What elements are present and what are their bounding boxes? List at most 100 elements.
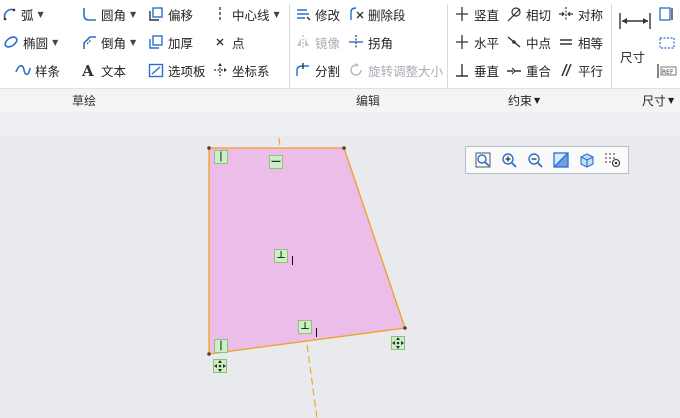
modify-tool[interactable]: 修改	[294, 3, 340, 25]
chamfer-icon	[80, 33, 98, 51]
dimension-group-dropdown-icon[interactable]: ▼	[668, 96, 674, 105]
mirror-icon	[294, 33, 312, 51]
thicken-icon	[147, 33, 165, 51]
coord-sys-tool[interactable]: 坐标系	[211, 59, 270, 81]
perpendicular-constraint-icon	[453, 61, 471, 79]
spline-tool[interactable]: 样条	[14, 59, 60, 81]
perpendicular-constraint-tool[interactable]: 垂直	[453, 59, 499, 81]
parallel-constraint-tool[interactable]: 平行	[557, 59, 603, 81]
coincident-constraint-tool[interactable]: 重合	[505, 59, 551, 81]
vertical-constraint-marker[interactable]: |	[214, 150, 228, 164]
constrain-group-menu[interactable]: 约束 ▼	[508, 92, 540, 109]
dimension-icon	[618, 10, 652, 35]
refit-icon[interactable]	[550, 149, 572, 171]
horizontal-constraint-marker[interactable]: —	[269, 155, 283, 169]
zoom-out-icon[interactable]	[524, 149, 546, 171]
sketch-display-icon[interactable]	[602, 149, 624, 171]
rotate-resize-tool[interactable]: 旋转调整大小	[347, 59, 443, 81]
dimension-group-menu[interactable]: 尺寸 ▼	[642, 92, 674, 109]
rotate-resize-icon	[347, 61, 365, 79]
vertical-constraint-tool[interactable]: 竖直	[453, 3, 499, 25]
palette-icon	[147, 61, 165, 79]
text-label: 文本	[101, 63, 127, 79]
mirror-label: 镜像	[315, 35, 341, 51]
divide-label: 分割	[315, 63, 341, 79]
coincident-label: 重合	[526, 63, 552, 79]
chamfer-dropdown-icon[interactable]: ▼	[130, 38, 136, 47]
svg-text:REF: REF	[662, 69, 674, 76]
corner-label: 拐角	[368, 35, 394, 51]
sketch-vertex[interactable]	[342, 146, 346, 150]
mirror-tool[interactable]: 镜像	[294, 31, 340, 53]
parallel-label: 平行	[578, 63, 604, 79]
corner-tool[interactable]: 拐角	[347, 31, 393, 53]
sketch-vertex[interactable]	[207, 352, 211, 356]
reference-icon[interactable]: REF	[656, 62, 678, 83]
parallel-constraint-icon	[557, 61, 575, 79]
divide-icon	[294, 61, 312, 79]
centerline-icon	[211, 5, 229, 23]
sketch-vertex[interactable]	[207, 146, 211, 150]
thicken-label: 加厚	[168, 35, 194, 51]
tangent-constraint-tool[interactable]: 相切	[505, 3, 551, 25]
coincident-constraint-icon	[505, 61, 523, 79]
vertical-constraint-marker[interactable]: |	[214, 339, 228, 353]
delete-segment-tool[interactable]: 删除段	[347, 3, 406, 25]
baseline-icon[interactable]	[658, 6, 676, 27]
arc-dropdown-icon[interactable]: ▼	[38, 10, 44, 19]
palette-label: 选项板	[168, 63, 206, 79]
centerline-label: 中心线	[232, 7, 270, 23]
dashed-box-icon[interactable]	[658, 34, 676, 55]
offset-tool[interactable]: 偏移	[147, 3, 193, 25]
sketch-vertex[interactable]	[403, 326, 407, 330]
canvas-header-strip	[0, 113, 680, 135]
centerline-tool[interactable]: 中心线 ▼	[211, 3, 280, 25]
zoom-in-icon[interactable]	[498, 149, 520, 171]
ellipse-tool[interactable]: ▼ 椭圆 ▼	[0, 31, 58, 53]
delete-segment-label: 删除段	[368, 7, 406, 23]
symmetric-constraint-icon	[557, 5, 575, 23]
symmetric-constraint-tool[interactable]: 对称	[557, 3, 603, 25]
equal-constraint-tool[interactable]: 相等	[557, 31, 603, 53]
arc-icon	[0, 5, 18, 23]
centerline-dropdown-icon[interactable]: ▼	[274, 10, 280, 19]
modify-label: 修改	[315, 7, 341, 23]
fillet-icon	[80, 5, 98, 23]
perpendicular-constraint-marker[interactable]: ⊥	[298, 320, 312, 334]
corner-icon	[347, 33, 365, 51]
palette-tool[interactable]: 选项板	[147, 59, 206, 81]
constrain-dropdown-icon[interactable]: ▼	[534, 96, 540, 105]
chamfer-tool[interactable]: 倒角 ▼	[80, 31, 136, 53]
horizontal-constraint-tool[interactable]: 水平	[453, 31, 499, 53]
spline-icon	[14, 61, 32, 79]
text-tool[interactable]: A 文本	[80, 59, 126, 81]
perpendicular-label: 垂直	[474, 63, 500, 79]
tangent-constraint-icon	[505, 5, 523, 23]
offset-icon	[147, 5, 165, 23]
arc-tool[interactable]: 弧 ▼	[0, 3, 44, 25]
midpoint-constraint-tool[interactable]: 中点	[505, 31, 551, 53]
perpendicular-constraint-marker[interactable]: ⊥	[274, 249, 288, 263]
symmetric-label: 对称	[578, 7, 604, 23]
ellipse-dropdown-icon[interactable]: ▼	[52, 38, 58, 47]
fillet-tool[interactable]: 圆角 ▼	[80, 3, 136, 25]
coordinate-system-icon	[211, 61, 229, 79]
fillet-dropdown-icon[interactable]: ▼	[130, 10, 136, 19]
rotate-resize-label: 旋转调整大小	[368, 63, 444, 79]
sketch-group-label: 草绘	[71, 94, 96, 108]
display-style-icon[interactable]	[576, 149, 598, 171]
zoom-fit-icon[interactable]	[472, 149, 494, 171]
thicken-tool[interactable]: 加厚	[147, 31, 193, 53]
move-handle-icon[interactable]	[391, 336, 405, 350]
text-icon: A	[80, 61, 98, 79]
horizontal-constraint-icon	[453, 33, 471, 51]
equal-label: 相等	[578, 35, 604, 51]
move-handle-icon[interactable]	[213, 359, 227, 373]
chamfer-label: 倒角	[101, 35, 127, 51]
midpoint-label: 中点	[526, 35, 552, 51]
arc-label: 弧	[21, 7, 34, 23]
dimension-tool[interactable]: 尺寸	[616, 6, 654, 66]
divide-tool[interactable]: 分割	[294, 59, 340, 81]
point-tool[interactable]: 点	[211, 31, 245, 53]
midpoint-constraint-icon	[505, 33, 523, 51]
